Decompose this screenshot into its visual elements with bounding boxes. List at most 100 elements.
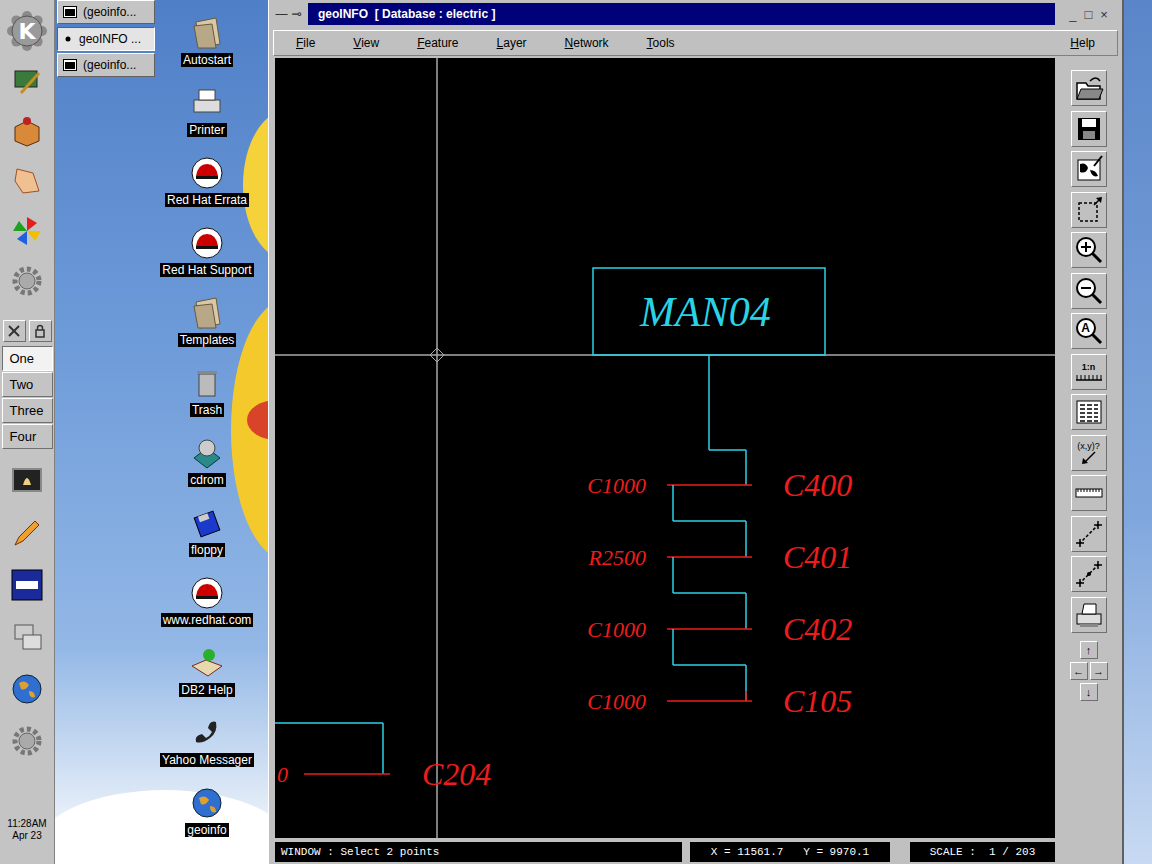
desktop-edge <box>1124 0 1152 864</box>
zoomall-button[interactable]: A <box>1071 313 1107 349</box>
pinwheel-launcher[interactable] <box>2 206 52 256</box>
tools-icon <box>9 63 45 99</box>
lock-button[interactable] <box>29 320 52 342</box>
menu-item[interactable]: Help <box>1070 36 1095 50</box>
service-line <box>304 773 390 775</box>
cable-label[interactable]: 0 <box>277 762 288 787</box>
title-left-buttons: —⊸ <box>269 7 308 21</box>
node-label[interactable]: C204 <box>422 756 491 792</box>
menu-item[interactable]: Layer <box>497 36 527 50</box>
pencil-launcher[interactable] <box>2 507 52 559</box>
kde-logo[interactable]: K <box>7 11 47 51</box>
desktop-icon[interactable]: floppy <box>152 506 262 576</box>
move2-button[interactable] <box>1071 556 1107 592</box>
network-launcher[interactable] <box>2 611 52 663</box>
pan-up-button[interactable]: ↑ <box>1080 641 1098 659</box>
desktop-icon-label: Yahoo Messager <box>160 753 254 767</box>
scale-button[interactable]: 1:n <box>1071 354 1107 390</box>
cable-label[interactable]: R2500 <box>588 545 646 570</box>
gear2-launcher[interactable] <box>2 715 52 767</box>
package-icon <box>9 113 45 149</box>
minimize-button[interactable]: _ <box>1069 7 1076 22</box>
move1-button[interactable] <box>1071 516 1107 552</box>
book-icon <box>190 646 224 680</box>
menu-item[interactable]: Feature <box>417 36 458 50</box>
save-button[interactable] <box>1071 111 1107 147</box>
close-button[interactable]: × <box>1100 7 1108 22</box>
menu-item[interactable]: Network <box>565 36 609 50</box>
map-button[interactable] <box>1071 151 1107 187</box>
pan-left-button[interactable]: ← <box>1070 662 1088 680</box>
select-button[interactable] <box>1071 192 1107 228</box>
gear-launcher[interactable] <box>2 256 52 306</box>
map-canvas[interactable]: MAN04 C1000 C400 R2500 C401 C1000 C402 C1000 C10… <box>275 58 1055 838</box>
window-menu-button[interactable]: — <box>275 7 287 21</box>
zoomout-button[interactable] <box>1071 273 1107 309</box>
menu-item[interactable]: File <box>296 36 315 50</box>
desktop-icon[interactable]: cdrom <box>152 436 262 506</box>
menu-item[interactable]: View <box>353 36 379 50</box>
package-launcher[interactable] <box>2 106 52 156</box>
pan-right-button[interactable]: → <box>1090 662 1108 680</box>
desktop-icon[interactable]: Red Hat Support <box>152 226 262 296</box>
taskbar-button[interactable]: (geoinfo... <box>57 0 155 24</box>
zoomin-button[interactable] <box>1071 232 1107 268</box>
desktop-icon[interactable]: Trash <box>152 366 262 436</box>
service-line <box>667 484 752 486</box>
network-diagram[interactable]: MAN04 C1000 C400 R2500 C401 C1000 C402 C1000 C10… <box>275 58 1055 838</box>
desktop-icon-label: cdrom <box>188 473 225 487</box>
sheep-launcher[interactable] <box>2 156 52 206</box>
status-prompt: WINDOW : Select 2 points <box>275 842 682 862</box>
panel-config-button[interactable] <box>3 320 26 342</box>
real-icon <box>9 567 45 603</box>
connector-line <box>673 520 746 522</box>
node-label[interactable]: C400 <box>783 467 852 503</box>
pager-desktop[interactable]: Four <box>2 424 53 449</box>
ruler-icon <box>1075 372 1103 382</box>
maximize-button[interactable]: □ <box>1084 7 1092 22</box>
form-button[interactable] <box>1071 394 1107 430</box>
node-label[interactable]: C105 <box>783 683 852 719</box>
node-label[interactable]: C402 <box>783 611 852 647</box>
terminal-launcher[interactable] <box>2 455 52 507</box>
desktop-icon[interactable]: Yahoo Messager <box>152 716 262 786</box>
pager-desktop[interactable]: Three <box>2 398 53 423</box>
ruler-button[interactable] <box>1071 475 1107 511</box>
desktop-icon[interactable]: Autostart <box>152 16 262 86</box>
real-launcher[interactable] <box>2 559 52 611</box>
pager-desktop[interactable]: Two <box>2 372 53 397</box>
globe-launcher[interactable] <box>2 663 52 715</box>
menu-item[interactable]: Tools <box>647 36 675 50</box>
node-label[interactable]: C401 <box>783 539 852 575</box>
kmenu-launcher[interactable]: K <box>2 6 52 56</box>
coords-button[interactable]: (x,y)? <box>1071 435 1107 471</box>
manhole-label[interactable]: MAN04 <box>639 289 771 335</box>
move2-icon <box>1074 559 1104 589</box>
desktop-icon[interactable]: Printer <box>152 86 262 156</box>
network-icon <box>9 619 45 655</box>
manhole-box[interactable] <box>593 268 825 355</box>
desktop-icon[interactable]: Red Hat Errata <box>152 156 262 226</box>
taskbar-label: (geoinfo... <box>83 5 136 19</box>
taskbar-label: (geoinfo... <box>83 58 136 72</box>
sticky-button[interactable]: ⊸ <box>291 7 301 21</box>
taskbar-button[interactable]: geoINFO ... <box>57 27 155 51</box>
desktop-icon-label: DB2 Help <box>179 683 234 697</box>
kde-logo-letter: K <box>7 11 47 51</box>
open-button[interactable] <box>1071 70 1107 106</box>
cable-label[interactable]: C1000 <box>587 473 646 498</box>
taskbar-button[interactable]: (geoinfo... <box>57 53 155 77</box>
desktop-icon[interactable]: DB2 Help <box>152 646 262 716</box>
desktop-icon[interactable]: www.redhat.com <box>152 576 262 646</box>
pager-desktop[interactable]: One <box>2 346 53 371</box>
connector-line <box>673 664 746 666</box>
zoomout-icon <box>1074 276 1104 306</box>
tools-launcher[interactable] <box>2 56 52 106</box>
window-dot-icon <box>63 34 73 44</box>
cable-label[interactable]: C1000 <box>587 617 646 642</box>
desktop-icon[interactable]: geoinfo <box>152 786 262 856</box>
cable-label[interactable]: C1000 <box>587 689 646 714</box>
print-button[interactable] <box>1071 597 1107 633</box>
pan-down-button[interactable]: ↓ <box>1080 683 1098 701</box>
desktop-icon[interactable]: Templates <box>152 296 262 366</box>
